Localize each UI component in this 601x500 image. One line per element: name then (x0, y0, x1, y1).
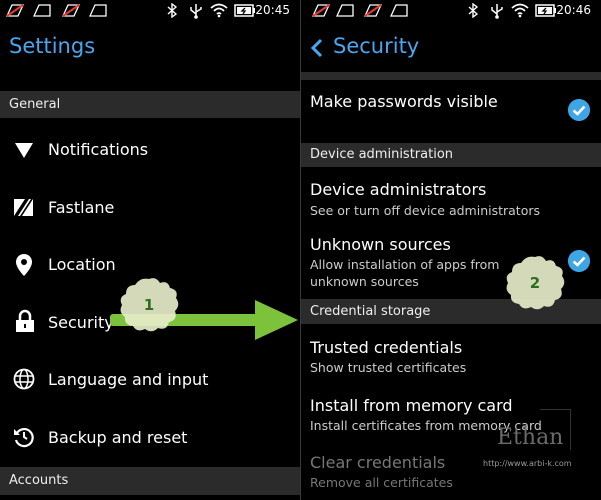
settings-item-backup[interactable]: Backup and reset (0, 415, 300, 461)
wifi-icon (210, 3, 228, 18)
setting-subtitle-line2: unknown sources (310, 274, 419, 289)
page-title: Security (333, 34, 420, 58)
clock: 20:46 (556, 3, 591, 17)
usb-icon (491, 4, 503, 19)
setting-subtitle: Show trusted certificates (310, 360, 467, 375)
no-signal-icon (312, 4, 330, 17)
no-signal-icon (6, 4, 24, 17)
settings-item-label: Backup and reset (48, 428, 188, 447)
section-accounts: Accounts (0, 467, 300, 495)
annotation-badge-step-2: 2 (504, 254, 566, 312)
location-icon (16, 254, 32, 276)
sim-slot-empty-icon (390, 4, 408, 17)
sim-slot-empty-icon (89, 4, 107, 17)
clock: 20:45 (255, 3, 290, 17)
settings-item-label: Fastlane (48, 198, 115, 217)
no-signal-icon (62, 4, 80, 17)
setting-subtitle: See or turn off device administrators (310, 203, 541, 218)
watermark-url: http://www.arbi-k.com (483, 459, 572, 468)
sim-slot-empty-icon (33, 4, 51, 17)
wifi-icon (511, 3, 529, 18)
annotation-step-number: 1 (143, 296, 155, 314)
page-title: Settings (9, 34, 96, 58)
setting-title: Clear credentials (310, 453, 446, 472)
setting-title: Make passwords visible (310, 92, 498, 111)
back-chevron-icon[interactable] (310, 38, 324, 58)
setting-trusted-credentials[interactable]: Trusted credentials Show trusted certifi… (301, 334, 601, 382)
watermark-name: Ethan (497, 425, 564, 450)
section-general: General (0, 91, 300, 118)
setting-make-passwords-visible[interactable]: Make passwords visible (301, 84, 601, 136)
notifications-icon (15, 143, 33, 158)
settings-item-label: Notifications (48, 140, 149, 159)
settings-item-label: Language and input (48, 370, 209, 389)
bluetooth-icon (468, 3, 478, 18)
settings-screen: 20:45 Settings General Notifications Fas… (0, 0, 300, 500)
setting-title: Device administrators (310, 180, 487, 199)
annotation-step-number: 2 (529, 274, 541, 292)
settings-item-label: Location (48, 255, 116, 274)
setting-subtitle: Remove all certificates (310, 475, 453, 490)
battery-icon (234, 4, 255, 17)
backup-icon (14, 428, 34, 448)
checkbox-checked-icon[interactable] (568, 99, 590, 121)
checkbox-checked-icon[interactable] (568, 250, 590, 272)
setting-device-administrators[interactable]: Device administrators See or turn off de… (301, 176, 601, 224)
setting-title: Install from memory card (310, 396, 513, 415)
section-device-administration: Device administration (301, 143, 601, 167)
settings-item-notifications[interactable]: Notifications (0, 127, 300, 173)
usb-icon (190, 4, 202, 19)
globe-icon (13, 368, 35, 390)
settings-item-fastlane[interactable]: Fastlane (0, 185, 300, 231)
annotation-badge-step-1: 1 (118, 276, 180, 334)
status-bar: 20:46 (301, 0, 601, 22)
setting-subtitle: Allow installation of apps from (310, 257, 500, 272)
bluetooth-icon (167, 3, 177, 18)
status-bar: 20:45 (0, 0, 300, 22)
lock-icon (16, 309, 34, 332)
setting-title: Unknown sources (310, 235, 451, 254)
setting-title: Trusted credentials (310, 338, 463, 357)
fastlane-icon (14, 199, 33, 216)
battery-icon (535, 4, 556, 17)
setting-clear-credentials: Clear credentials Remove all certificate… (301, 449, 601, 497)
sim-slot-empty-icon (336, 4, 354, 17)
no-signal-icon (364, 4, 382, 17)
settings-item-language[interactable]: Language and input (0, 357, 300, 403)
scroll-edge-section (301, 72, 601, 80)
settings-item-label: Security (48, 313, 114, 332)
